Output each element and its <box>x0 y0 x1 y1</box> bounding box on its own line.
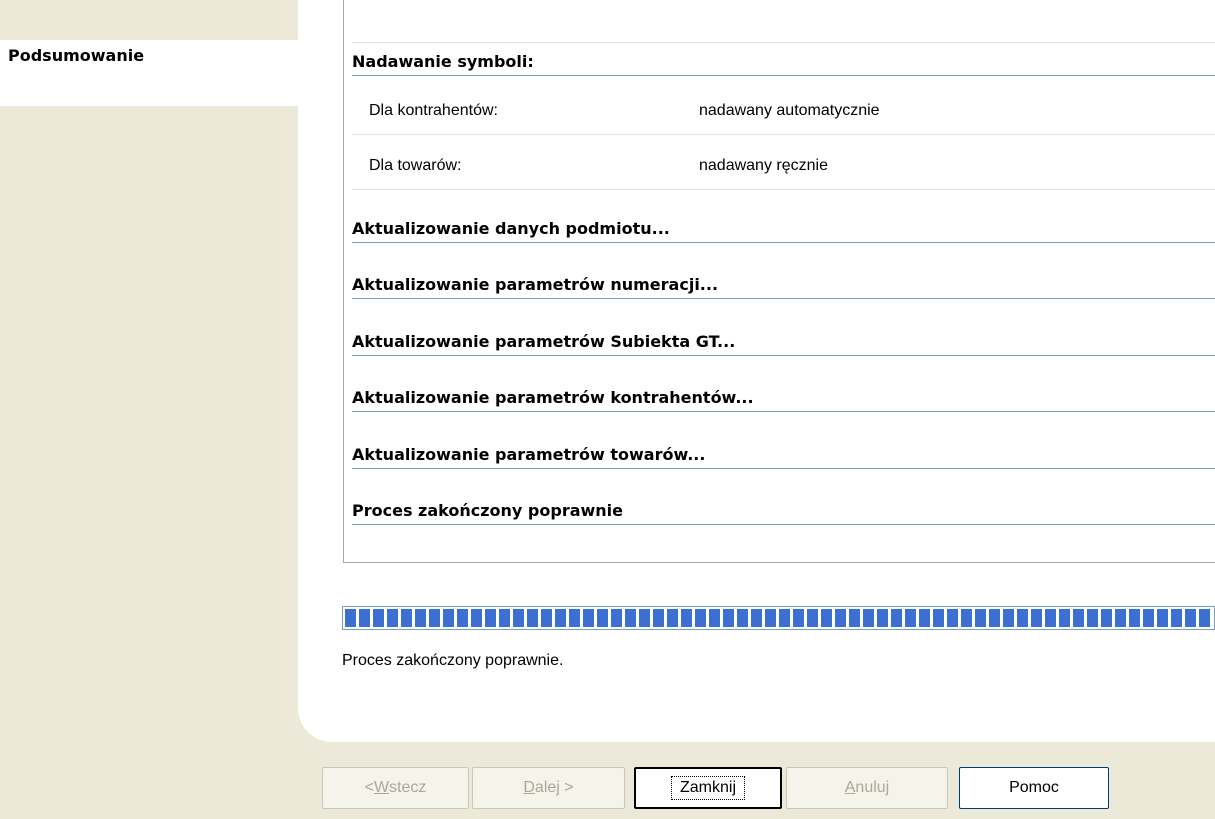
row-label: Dla towarów: <box>369 157 462 174</box>
row-value: nadawany automatycznie <box>699 102 880 119</box>
step-header: Aktualizowanie parametrów numeracji... <box>352 274 1215 299</box>
row-label: Dla kontrahentów: <box>369 102 498 119</box>
cancel-button[interactable]: Anuluj <box>786 767 948 809</box>
step-header: Aktualizowanie parametrów Subiekta GT... <box>352 331 1215 356</box>
step-header: Proces zakończony poprawnie <box>352 500 1215 525</box>
sidebar-item-label: Podsumowanie <box>8 46 145 65</box>
progress-bar <box>342 606 1215 630</box>
close-button[interactable]: Zamknij <box>634 767 782 809</box>
status-text: Proces zakończony poprawnie. <box>342 652 564 669</box>
wizard-sidebar: Podsumowanie <box>0 0 298 819</box>
progress-fill <box>345 609 1212 627</box>
back-button[interactable]: < Wstecz <box>322 767 469 809</box>
symbol-row-goods: Dla towarów: nadawany ręcznie <box>352 149 1215 190</box>
row-value: nadawany ręcznie <box>699 157 828 174</box>
divider <box>352 42 1215 43</box>
next-button[interactable]: Dalej > <box>472 767 625 809</box>
process-log-panel: Nadawanie symboli: Dla kontrahentów: nad… <box>343 0 1215 563</box>
step-header: Aktualizowanie parametrów kontrahentów..… <box>352 387 1215 412</box>
help-button[interactable]: Pomoc <box>959 767 1109 809</box>
wizard-content: Nadawanie symboli: Dla kontrahentów: nad… <box>298 0 1215 742</box>
step-header: Aktualizowanie danych podmiotu... <box>352 218 1215 243</box>
symbols-header: Nadawanie symboli: <box>352 51 1215 76</box>
sidebar-item-summary[interactable]: Podsumowanie <box>0 40 298 106</box>
step-header: Aktualizowanie parametrów towarów... <box>352 444 1215 469</box>
symbol-row-contractors: Dla kontrahentów: nadawany automatycznie <box>352 94 1215 135</box>
